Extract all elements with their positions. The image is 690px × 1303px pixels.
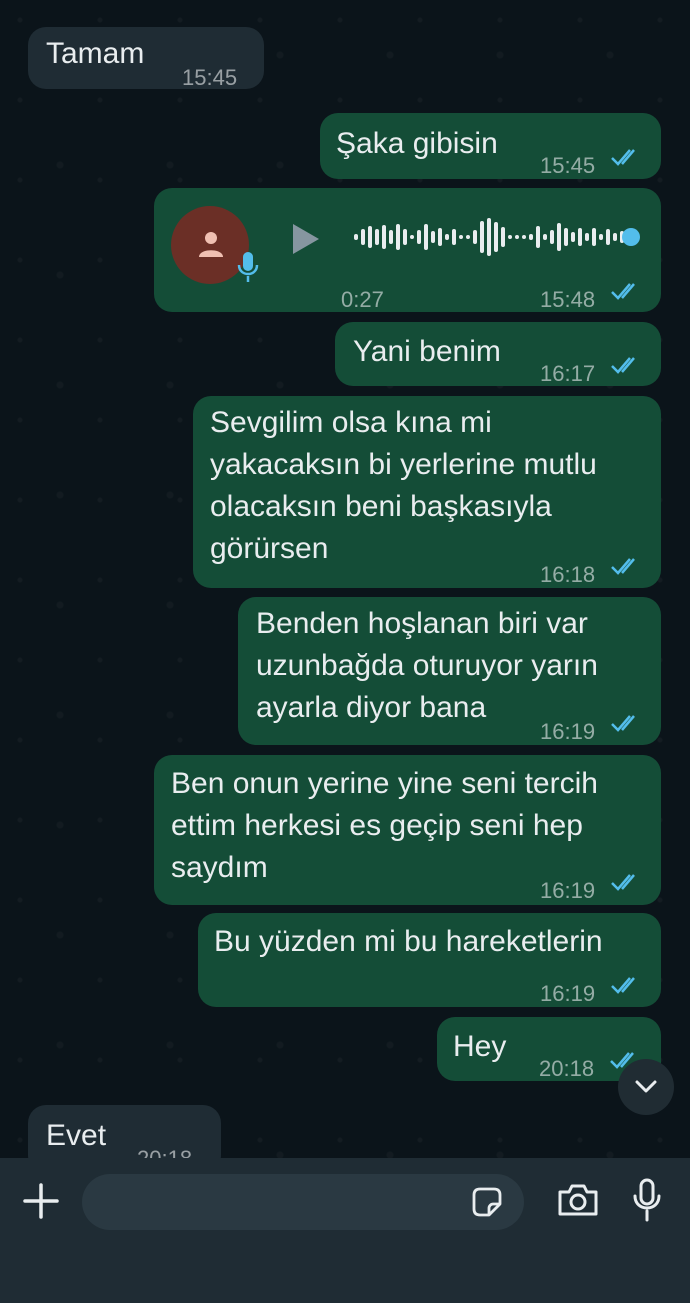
scroll-to-bottom-button[interactable] [618,1059,674,1115]
message-text: Yani benim [353,335,501,368]
double-check-icon [611,558,635,575]
sticker-icon[interactable] [470,1185,504,1219]
message-input[interactable] [82,1174,524,1230]
microphone-icon[interactable] [632,1178,662,1222]
message-text: Hey [453,1030,507,1063]
message-outgoing[interactable]: Benden hoşlanan biri var uzunbağda oturu… [238,597,661,745]
message-outgoing[interactable]: Ben onun yerine yine seni tercih ettim h… [154,755,661,905]
double-check-icon [611,715,635,732]
message-time: 20:18 [137,1138,192,1158]
message-time: 16:18 [540,562,596,587]
message-time: 16:19 [540,878,596,903]
message-time: 16:19 [540,981,596,1006]
composer-bar [0,1158,690,1303]
mic-badge-icon [237,252,259,282]
double-check-icon [611,357,635,374]
message-incoming[interactable]: Evet 20:18 [28,1105,221,1158]
plus-icon[interactable] [22,1182,60,1220]
avatar-icon [199,232,223,257]
play-icon[interactable] [291,222,321,256]
message-text: Sevgilim olsa kına mi yakacaksın bi yerl… [210,406,597,565]
message-outgoing[interactable]: Sevgilim olsa kına mi yakacaksın bi yerl… [193,396,661,588]
chat-area[interactable]: Tamam 15:45 Şaka gibisin 15:45 0:27 15:4… [0,0,690,1158]
waveform[interactable] [352,216,642,258]
message-outgoing[interactable]: Bu yüzden mi bu hareketlerin 16:19 [198,913,661,1007]
message-incoming[interactable]: Tamam 15:45 [28,27,264,90]
message-time: 15:45 [182,65,238,90]
voice-message[interactable]: 0:27 15:48 [154,188,661,312]
double-check-icon [611,977,635,994]
double-check-icon [611,149,635,166]
message-time: 20:18 [539,1056,595,1081]
voice-duration: 0:27 [341,287,384,312]
camera-icon[interactable] [556,1182,600,1218]
message-text: Bu yüzden mi bu hareketlerin [214,925,603,958]
message-text: Evet [46,1119,107,1152]
message-time: 16:19 [540,719,596,744]
message-time: 16:17 [540,361,596,386]
message-text: Şaka gibisin [336,127,498,160]
message-time: 15:45 [540,153,596,178]
message-time: 15:48 [540,287,596,312]
message-text: Tamam [46,37,145,70]
double-check-icon [611,874,635,891]
chevron-down-icon [635,1080,657,1093]
message-outgoing[interactable]: Şaka gibisin 15:45 [320,113,661,179]
message-outgoing[interactable]: Yani benim 16:17 [335,322,661,386]
double-check-icon [611,283,635,300]
